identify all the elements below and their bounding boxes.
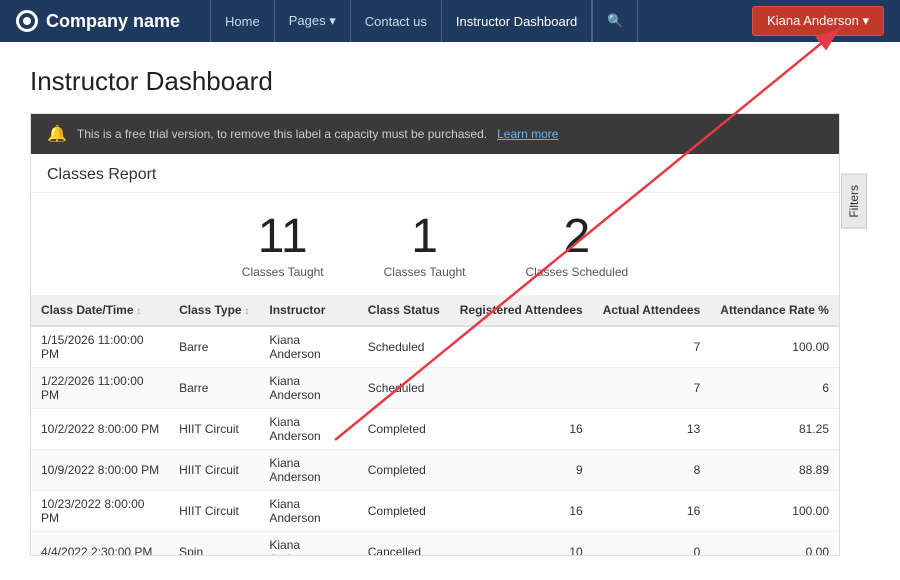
col-date[interactable]: Class Date/Time [31,295,169,326]
col-status: Class Status [358,295,450,326]
nav-contact[interactable]: Contact us [351,0,442,42]
main-content: Instructor Dashboard 🔔 This is a free tr… [0,42,900,580]
cell-status: Completed [358,491,450,532]
report-card-header: Classes Report [31,154,839,193]
cell-rate: 81.25 [710,409,839,450]
table-row: 1/22/2026 11:00:00 PMBarreKiana Anderson… [31,368,839,409]
cell-registered: 10 [450,532,593,556]
cell-rate: 100.00 [710,326,839,368]
cell-date: 10/2/2022 8:00:00 PM [31,409,169,450]
nav-pages[interactable]: Pages ▾ [275,0,351,42]
col-type[interactable]: Class Type [169,295,259,326]
learn-more-link[interactable]: Learn more [497,127,558,141]
col-registered: Registered Attendees [450,295,593,326]
stat-classes-scheduled: 2 Classes Scheduled [525,213,628,279]
cell-type: Spin [169,532,259,556]
cell-date: 4/4/2022 2:30:00 PM [31,532,169,556]
cell-status: Completed [358,409,450,450]
cell-type: HIIT Circuit [169,450,259,491]
col-instructor: Instructor [259,295,357,326]
cell-date: 10/23/2022 8:00:00 PM [31,491,169,532]
classes-table: Class Date/Time Class Type Instructor Cl… [31,295,839,555]
cell-type: Barre [169,326,259,368]
cell-rate: 0.00 [710,532,839,556]
cell-registered: 9 [450,450,593,491]
table-header-row: Class Date/Time Class Type Instructor Cl… [31,295,839,326]
cell-actual: 8 [593,450,711,491]
nav-instructor-dashboard[interactable]: Instructor Dashboard [442,0,592,42]
col-rate: Attendance Rate % [710,295,839,326]
cell-actual: 13 [593,409,711,450]
trial-icon: 🔔 [47,124,67,144]
table-row: 10/23/2022 8:00:00 PMHIIT CircuitKiana A… [31,491,839,532]
cell-type: HIIT Circuit [169,409,259,450]
search-icon: 🔍 [607,13,623,29]
user-menu-button[interactable]: Kiana Anderson ▾ [752,6,884,36]
stats-row: 11 Classes Taught 1 Classes Taught 2 Cla… [31,193,839,295]
cell-status: Cancelled [358,532,450,556]
cell-actual: 16 [593,491,711,532]
cell-date: 1/15/2026 11:00:00 PM [31,326,169,368]
search-button[interactable]: 🔍 [592,0,638,42]
cell-type: Barre [169,368,259,409]
cell-registered: 16 [450,409,593,450]
table-row: 4/4/2022 2:30:00 PMSpinKiana AndersonCan… [31,532,839,556]
cell-rate: 100.00 [710,491,839,532]
table-row: 10/9/2022 8:00:00 PMHIIT CircuitKiana An… [31,450,839,491]
cell-instructor: Kiana Anderson [259,491,357,532]
cell-instructor: Kiana Anderson [259,326,357,368]
cell-date: 10/9/2022 8:00:00 PM [31,450,169,491]
cell-instructor: Kiana Anderson [259,450,357,491]
cell-registered: 16 [450,491,593,532]
table-row: 10/2/2022 8:00:00 PMHIIT CircuitKiana An… [31,409,839,450]
table-container: Class Date/Time Class Type Instructor Cl… [31,295,839,555]
cell-status: Scheduled [358,326,450,368]
cell-rate: 88.89 [710,450,839,491]
cell-status: Scheduled [358,368,450,409]
cell-type: HIIT Circuit [169,491,259,532]
filters-tab[interactable]: Filters [841,174,867,229]
nav-links: Home Pages ▾ Contact us Instructor Dashb… [210,0,744,42]
table-body: 1/15/2026 11:00:00 PMBarreKiana Anderson… [31,326,839,555]
col-actual: Actual Attendees [593,295,711,326]
cell-registered [450,326,593,368]
cell-instructor: Kiana Anderson [259,532,357,556]
stat-classes-taught-2: 1 Classes Taught [384,213,466,279]
nav-home[interactable]: Home [210,0,275,42]
stat-classes-taught-1: 11 Classes Taught [242,213,324,279]
trial-banner: 🔔 This is a free trial version, to remov… [31,114,839,154]
cell-registered [450,368,593,409]
cell-status: Completed [358,450,450,491]
cell-rate: 6 [710,368,839,409]
navbar: Company name Home Pages ▾ Contact us Ins… [0,0,900,42]
cell-actual: 7 [593,326,711,368]
logo-icon [16,10,38,32]
cell-actual: 0 [593,532,711,556]
cell-instructor: Kiana Anderson [259,368,357,409]
company-logo[interactable]: Company name [16,10,180,32]
cell-date: 1/22/2026 11:00:00 PM [31,368,169,409]
report-card: 🔔 This is a free trial version, to remov… [30,113,840,556]
cell-instructor: Kiana Anderson [259,409,357,450]
page-title: Instructor Dashboard [30,66,870,97]
table-row: 1/15/2026 11:00:00 PMBarreKiana Anderson… [31,326,839,368]
cell-actual: 7 [593,368,711,409]
